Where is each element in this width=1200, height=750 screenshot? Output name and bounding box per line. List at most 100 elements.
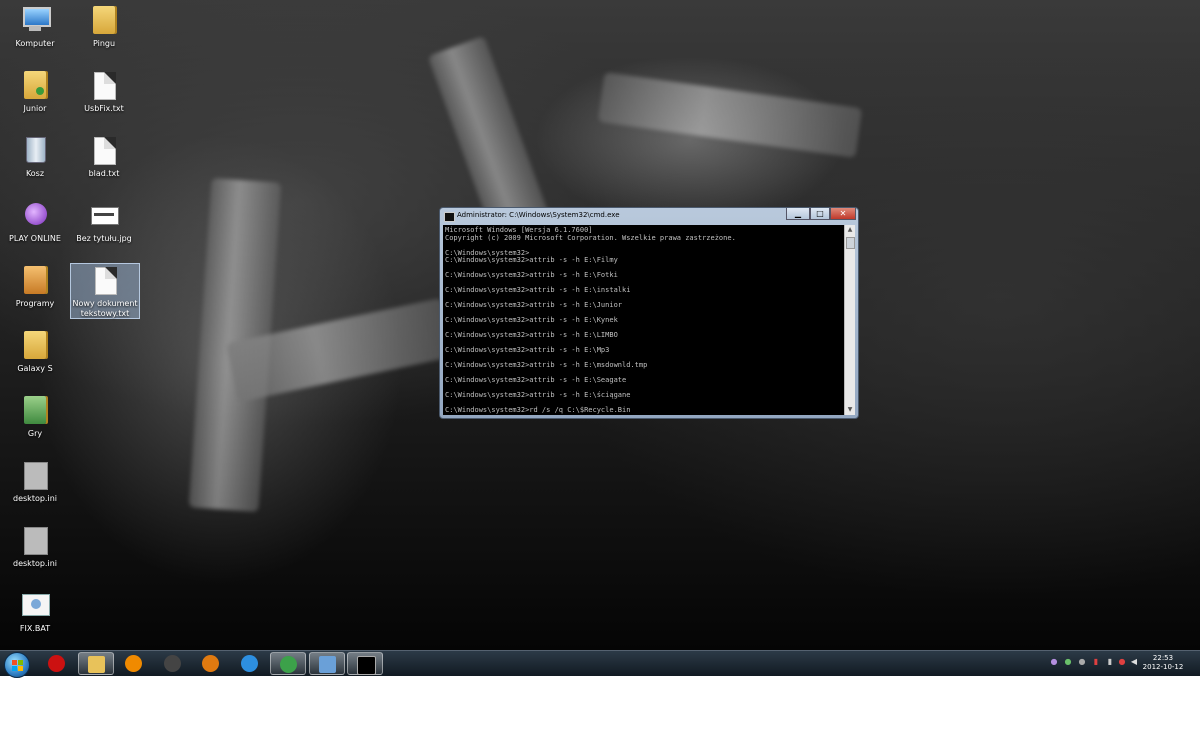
console-line: C:\Windows\system32>attrib -s -h E:\Kyne… <box>445 316 618 324</box>
minimize-button[interactable]: ▁ <box>786 208 810 220</box>
tray-app-icon[interactable]: ● <box>1050 656 1058 667</box>
text-file-icon <box>88 69 120 101</box>
user-folder-icon <box>19 69 51 101</box>
taskbar-button-media-center[interactable] <box>193 652 229 675</box>
desktop[interactable]: Komputer Pingu Junior UsbFix.txt Kosz bl… <box>0 0 1200 650</box>
maximize-button[interactable]: □ <box>810 208 830 220</box>
text-file-icon <box>89 264 121 296</box>
desktop-icon-blad[interactable]: blad.txt <box>70 134 138 194</box>
desktop-icon-label: Gry <box>27 429 43 438</box>
desktop-icon-desktop-ini-2[interactable]: desktop.ini <box>1 524 69 584</box>
taskbar-button-opera[interactable] <box>39 652 75 675</box>
clock-date: 2012-10-12 <box>1142 663 1184 671</box>
scroll-up-icon[interactable]: ▲ <box>845 225 855 235</box>
text-file-icon <box>88 134 120 166</box>
desktop-icon-pingu[interactable]: Pingu <box>70 4 138 64</box>
computer-icon <box>19 4 51 36</box>
action-center-icon[interactable]: ▮ <box>1106 656 1114 667</box>
desktop-icon-label: Pingu <box>92 39 116 48</box>
windows-logo-icon <box>12 660 17 665</box>
chrome-icon <box>280 656 297 673</box>
console-line: C:\Windows\system32>attrib -s -h E:\Film… <box>445 256 618 264</box>
image-file-icon <box>88 199 120 231</box>
close-button[interactable]: ✕ <box>830 208 856 220</box>
settings-file-icon <box>19 524 51 556</box>
desktop-icon-label: Junior <box>23 104 47 113</box>
explorer-icon <box>87 656 105 673</box>
image-viewer-icon <box>318 656 336 673</box>
console-line: C:\Windows\system32>attrib -s -h E:\Seag… <box>445 376 627 384</box>
media-center-icon <box>202 655 219 672</box>
tray-app-icon[interactable]: ● <box>1078 656 1086 667</box>
cmd-window[interactable]: Administrator: C:\Windows\System32\cmd.e… <box>439 207 859 419</box>
settings-file-icon <box>19 459 51 491</box>
desktop-icon-label: desktop.ini <box>13 559 57 568</box>
taskbar-button-chrome[interactable] <box>270 652 306 675</box>
desktop-icon-galaxy-s[interactable]: Galaxy S <box>1 329 69 389</box>
clock[interactable]: 22:53 2012-10-12 <box>1140 654 1186 672</box>
console-line: C:\Windows\system32>attrib -s -h E:\LIMB… <box>445 331 618 339</box>
scrollbar-thumb[interactable] <box>846 237 855 249</box>
desktop-icon-fix-bat[interactable]: FIX.BAT <box>1 589 69 649</box>
folder-icon <box>19 329 51 361</box>
folder-icon <box>19 394 51 426</box>
start-button[interactable] <box>4 652 30 678</box>
taskbar-button-explorer[interactable] <box>77 652 114 675</box>
desktop-icon-label: desktop.ini <box>13 494 57 503</box>
network-icon[interactable]: ▮ <box>1092 656 1100 667</box>
recycle-bin-icon <box>19 134 51 166</box>
tray-app-icon[interactable]: ● <box>1064 656 1072 667</box>
windows-logo-icon <box>18 666 23 671</box>
cmd-icon <box>357 656 376 675</box>
volume-icon[interactable]: ◀ <box>1130 656 1138 667</box>
desktop-icon-label: Galaxy S <box>17 364 53 373</box>
desktop-icon-label: FIX.BAT <box>19 624 51 633</box>
desktop-icon-usbfix[interactable]: UsbFix.txt <box>70 69 138 129</box>
console-line: C:\Windows\system32>attrib -s -h E:\ścią… <box>445 391 631 399</box>
desktop-icon-gry[interactable]: Gry <box>1 394 69 454</box>
desktop-icon-play-online[interactable]: PLAY ONLINE <box>1 199 69 259</box>
internet-explorer-icon <box>240 655 258 672</box>
desktop-icon-label: UsbFix.txt <box>84 104 124 113</box>
opera-icon <box>48 655 65 672</box>
console-line: C:\Windows\system32>attrib -s -h E:\Mp3 <box>445 346 610 354</box>
console-line: C:\Windows\system32>attrib -s -h E:\Juni… <box>445 301 623 309</box>
scroll-down-icon[interactable]: ▼ <box>845 405 855 415</box>
taskbar-button-cmd[interactable] <box>347 652 383 675</box>
desktop-icon-desktop-ini-1[interactable]: desktop.ini <box>1 459 69 519</box>
taskbar-button-vlc[interactable] <box>116 652 152 675</box>
clock-time: 22:53 <box>1152 654 1174 662</box>
desktop-icon-label: Kosz <box>25 169 45 178</box>
folder-icon <box>88 4 120 36</box>
desktop-icon-nowy-dokument[interactable]: Nowy dokument tekstowy.txt <box>70 263 140 319</box>
console-line: C:\Windows\system32>attrib -s -h E:\inst… <box>445 286 631 294</box>
batch-file-icon <box>19 589 51 621</box>
folder-icon <box>19 264 51 296</box>
console-line: C:\Windows\system32>attrib -s -h E:\Fotk… <box>445 271 618 279</box>
desktop-icon-kosz[interactable]: Kosz <box>1 134 69 194</box>
desktop-icon-komputer[interactable]: Komputer <box>1 4 69 64</box>
desktop-icon-label: Nowy dokument tekstowy.txt <box>72 299 138 318</box>
console-line: Copyright (c) 2009 Microsoft Corporation… <box>445 233 736 242</box>
desktop-icon-junior[interactable]: Junior <box>1 69 69 129</box>
console-lines: Microsoft Windows [Wersja 6.1.7600] Copyr… <box>445 226 841 415</box>
console-line: C:\Windows\system32>attrib -s -h E:\msdo… <box>445 361 648 369</box>
windows-logo-icon <box>12 666 17 671</box>
tray-app-icon[interactable]: ● <box>1118 656 1126 667</box>
taskbar-button-media-player[interactable] <box>155 652 191 675</box>
taskbar: ● ● ● ▮ ▮ ● ◀ 22:53 2012-10-12 <box>0 650 1200 678</box>
desktop-icon-label: Programy <box>15 299 55 308</box>
vertical-scrollbar[interactable]: ▲ ▼ <box>844 225 855 415</box>
media-player-icon <box>163 655 181 672</box>
desktop-icon-label: blad.txt <box>88 169 120 178</box>
desktop-icon-bez-tytulu[interactable]: Bez tytułu.jpg <box>70 199 138 259</box>
taskbar-button-image-viewer[interactable] <box>308 652 345 675</box>
console-output[interactable]: Microsoft Windows [Wersja 6.1.7600] Copyr… <box>443 225 855 415</box>
taskbar-button-internet-explorer[interactable] <box>232 652 268 675</box>
app-icon <box>19 199 51 231</box>
cmd-app-icon <box>444 212 455 222</box>
console-line: C:\Windows\system32>rd /s /q C:\$Recycle… <box>445 406 631 414</box>
desktop-icon-programy[interactable]: Programy <box>1 264 69 324</box>
desktop-icon-label: Bez tytułu.jpg <box>76 234 132 243</box>
desktop-icon-label: PLAY ONLINE <box>9 234 61 243</box>
